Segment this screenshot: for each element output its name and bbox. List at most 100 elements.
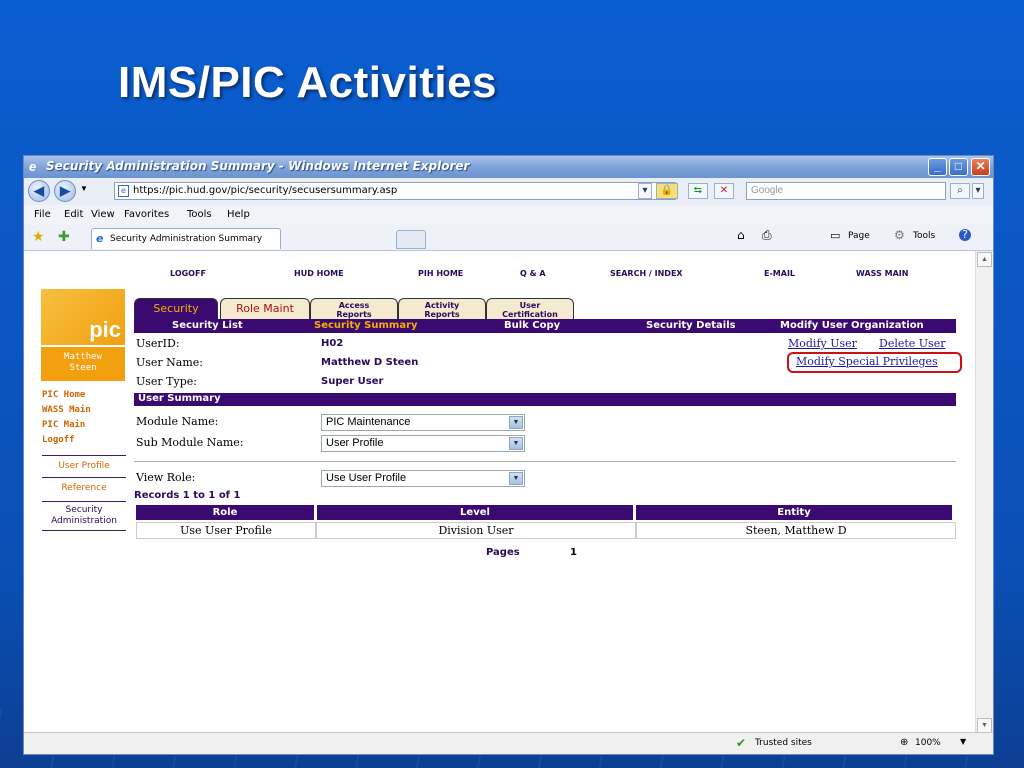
new-tab-button[interactable] — [396, 230, 426, 249]
module-name-label: Module Name: — [136, 415, 219, 428]
tools-gear-icon: ⚙ — [894, 228, 905, 242]
username-value: Matthew D Steen — [321, 357, 419, 368]
tab-user-certification[interactable]: User Certification — [486, 298, 574, 319]
delete-user-link[interactable]: Delete User — [879, 337, 945, 350]
print-icon[interactable]: ⎙ — [762, 228, 772, 243]
forward-button[interactable]: ▶ — [54, 180, 76, 202]
check-icon: ✔ — [736, 736, 747, 750]
module-name-value: PIC Maintenance — [326, 416, 411, 428]
favorites-star-icon[interactable]: ★ — [32, 229, 45, 245]
chevron-down-icon: ▼ — [509, 437, 523, 450]
lock-icon[interactable]: 🔒 — [656, 183, 678, 199]
ie-tab-icon: e — [96, 232, 104, 245]
module-name-select[interactable]: PIC Maintenance ▼ — [321, 414, 525, 431]
td-level: Division User — [316, 522, 636, 539]
subnav-security-details[interactable]: Security Details — [646, 320, 736, 331]
pic-logo: pic — [41, 289, 125, 345]
nav-email[interactable]: E-MAIL — [764, 269, 795, 278]
pages-value[interactable]: 1 — [570, 547, 577, 558]
address-field[interactable]: e https://pic.hud.gov/pic/security/secus… — [114, 182, 676, 200]
td-entity: Steen, Matthew D — [636, 522, 956, 539]
th-level: Level — [317, 505, 633, 520]
back-button[interactable]: ◀ — [28, 180, 50, 202]
left-link-pic-home[interactable]: PIC Home — [42, 390, 85, 400]
usertype-label: User Type: — [136, 375, 197, 388]
nav-pih-home[interactable]: PIH HOME — [418, 269, 463, 278]
menu-view[interactable]: View — [91, 209, 115, 220]
pages-label: Pages — [486, 547, 520, 558]
menu-bar: File Edit View Favorites Tools Help — [24, 205, 993, 226]
nav-qa[interactable]: Q & A — [520, 269, 546, 278]
tab-access-line2: Reports — [336, 310, 372, 319]
history-dropdown-icon[interactable]: ▼ — [80, 184, 88, 193]
help-icon[interactable]: ? — [959, 229, 971, 241]
menu-file[interactable]: File — [34, 209, 51, 220]
scroll-down-icon[interactable]: ▼ — [977, 718, 992, 733]
nav-wass-main[interactable]: WASS MAIN — [856, 269, 908, 278]
nav-logoff[interactable]: LOGOFF — [170, 269, 206, 278]
menu-favorites[interactable]: Favorites — [124, 209, 169, 220]
zone-text: Trusted sites — [755, 738, 812, 748]
userid-value: H02 — [321, 338, 344, 349]
menu-tools[interactable]: Tools — [187, 209, 212, 220]
search-options-icon[interactable]: ▾ — [972, 183, 984, 199]
stop-icon[interactable]: ✕ — [714, 183, 734, 199]
subnav-modify-user-org[interactable]: Modify User Organization — [780, 320, 924, 331]
nav-search-index[interactable]: SEARCH / INDEX — [610, 269, 683, 278]
chevron-down-icon: ▼ — [509, 416, 523, 429]
refresh-icon[interactable]: ⇆ — [688, 183, 708, 199]
menu-edit[interactable]: Edit — [64, 209, 83, 220]
submodule-name-label: Sub Module Name: — [136, 436, 244, 449]
maximize-button[interactable]: □ — [949, 158, 968, 176]
zoom-icon: ⊕ — [900, 737, 909, 748]
close-button[interactable]: ✕ — [971, 158, 990, 176]
submodule-name-select[interactable]: User Profile ▼ — [321, 435, 525, 452]
view-role-value: Use User Profile — [326, 472, 407, 484]
add-favorite-icon[interactable]: ✚ — [58, 229, 70, 245]
left-reference[interactable]: Reference — [42, 477, 126, 498]
address-dropdown-icon[interactable]: ▾ — [638, 183, 652, 199]
title-bar[interactable]: e Security Administration Summary - Wind… — [24, 156, 993, 178]
subnav-bulk-copy[interactable]: Bulk Copy — [504, 320, 560, 331]
th-role: Role — [136, 505, 314, 520]
tab-access-reports[interactable]: Access Reports — [310, 298, 398, 319]
tab-role-maint[interactable]: Role Maint — [220, 298, 310, 319]
records-count: Records 1 to 1 of 1 — [134, 490, 241, 501]
logo-text: pic — [89, 317, 121, 342]
tab-activity-reports[interactable]: Activity Reports — [398, 298, 486, 319]
tab-bar: ★ ✚ e Security Administration Summary ⌂ … — [24, 225, 993, 251]
page-icon: e — [118, 185, 129, 197]
home-icon[interactable]: ⌂ — [737, 228, 745, 242]
page-menu[interactable]: Page — [848, 231, 870, 241]
vertical-scrollbar[interactable]: ▲ ▼ — [975, 251, 993, 734]
search-input[interactable]: Google — [746, 182, 946, 200]
subnav-security-summary[interactable]: Security Summary — [314, 320, 418, 331]
username-label: User Name: — [136, 356, 204, 369]
minimize-button[interactable]: _ — [928, 158, 947, 176]
left-link-wass-main[interactable]: WASS Main — [42, 405, 91, 415]
zoom-dropdown-icon[interactable]: ▼ — [960, 737, 966, 746]
view-role-select[interactable]: Use User Profile ▼ — [321, 470, 525, 487]
user-summary-title: User Summary — [138, 393, 221, 404]
modify-user-link[interactable]: Modify User — [788, 337, 857, 350]
user-last-name: Steen — [69, 363, 97, 373]
nav-hud-home[interactable]: HUD HOME — [294, 269, 344, 278]
search-icon[interactable]: ⌕ — [950, 183, 970, 199]
tab-security[interactable]: Security — [134, 298, 218, 319]
page-content: LOGOFF HUD HOME PIH HOME Q & A SEARCH / … — [24, 251, 984, 734]
zoom-level[interactable]: 100% — [915, 738, 941, 748]
left-link-pic-main[interactable]: PIC Main — [42, 420, 85, 430]
tools-menu[interactable]: Tools — [913, 231, 935, 241]
left-user-profile[interactable]: User Profile — [42, 455, 126, 476]
left-link-logoff[interactable]: Logoff — [42, 435, 75, 445]
browser-tab[interactable]: e Security Administration Summary — [91, 228, 281, 249]
slide-title: IMS/PIC Activities — [118, 58, 498, 107]
modify-special-privileges-link[interactable]: Modify Special Privileges — [796, 355, 938, 368]
tab-cert-line2: Certification — [502, 310, 558, 319]
left-security-administration[interactable]: Security Administration — [42, 501, 126, 531]
status-bar: ✔ Trusted sites ⊕ 100% ▼ — [24, 732, 993, 754]
menu-help[interactable]: Help — [227, 209, 250, 220]
scroll-up-icon[interactable]: ▲ — [977, 252, 992, 267]
tab-activity-line1: Activity — [424, 301, 460, 310]
subnav-security-list[interactable]: Security List — [172, 320, 243, 331]
